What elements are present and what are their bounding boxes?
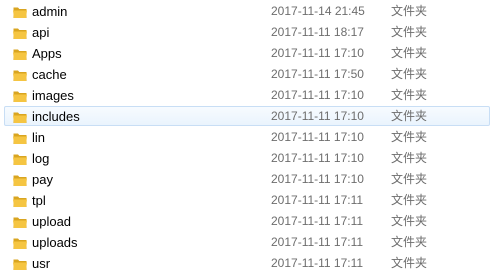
item-type: 文件夹 [391,130,428,144]
folder-icon [12,67,28,83]
folder-icon [12,235,28,251]
folder-icon [12,193,28,209]
modified-date: 2017-11-11 17:11 [271,193,364,207]
folder-icon [12,25,28,41]
file-row-includes[interactable]: includes 2017-11-11 17:10 文件夹 [4,106,490,126]
item-type: 文件夹 [391,109,428,123]
item-type: 文件夹 [391,235,428,249]
item-type: 文件夹 [391,151,428,165]
modified-date: 2017-11-11 17:11 [271,214,364,228]
modified-date: 2017-11-11 17:10 [271,109,364,123]
folder-name: lin [32,130,46,145]
file-row-admin[interactable]: admin 2017-11-14 21:45 文件夹 [4,1,490,21]
modified-date: 2017-11-11 17:50 [271,67,364,81]
folder-icon [12,151,28,167]
file-row-log[interactable]: log 2017-11-11 17:10 文件夹 [4,148,490,168]
folder-name: Apps [32,46,62,61]
modified-date: 2017-11-11 17:11 [271,256,364,270]
folder-icon [12,109,28,125]
modified-date: 2017-11-11 17:10 [271,46,364,60]
file-row-uploads[interactable]: uploads 2017-11-11 17:11 文件夹 [4,232,490,252]
file-row-pay[interactable]: pay 2017-11-11 17:10 文件夹 [4,169,490,189]
folder-name: api [32,25,50,40]
item-type: 文件夹 [391,25,428,39]
file-row-apps[interactable]: Apps 2017-11-11 17:10 文件夹 [4,43,490,63]
item-type: 文件夹 [391,256,428,270]
folder-name: upload [32,214,72,229]
folder-name: tpl [32,193,46,208]
file-row-usr[interactable]: usr 2017-11-11 17:11 文件夹 [4,253,490,273]
item-type: 文件夹 [391,172,428,186]
item-type: 文件夹 [391,46,428,60]
item-type: 文件夹 [391,67,428,81]
folder-name: pay [32,172,53,187]
file-row-lin[interactable]: lin 2017-11-11 17:10 文件夹 [4,127,490,147]
folder-icon [12,46,28,62]
folder-name: uploads [32,235,78,250]
file-row-upload[interactable]: upload 2017-11-11 17:11 文件夹 [4,211,490,231]
folder-icon [12,172,28,188]
folder-icon [12,130,28,146]
modified-date: 2017-11-11 18:17 [271,25,364,39]
folder-name: usr [32,256,51,271]
file-row-images[interactable]: images 2017-11-11 17:10 文件夹 [4,85,490,105]
folder-icon [12,88,28,104]
modified-date: 2017-11-11 17:11 [271,235,364,249]
item-type: 文件夹 [391,4,428,18]
file-row-tpl[interactable]: tpl 2017-11-11 17:11 文件夹 [4,190,490,210]
file-row-cache[interactable]: cache 2017-11-11 17:50 文件夹 [4,64,490,84]
folder-name: admin [32,4,68,19]
item-type: 文件夹 [391,193,428,207]
modified-date: 2017-11-11 17:10 [271,130,364,144]
item-type: 文件夹 [391,214,428,228]
modified-date: 2017-11-11 17:10 [271,88,364,102]
modified-date: 2017-11-11 17:10 [271,172,364,186]
file-list: admin 2017-11-14 21:45 文件夹 api 2017-11-1… [0,0,490,273]
folder-icon [12,4,28,20]
modified-date: 2017-11-14 21:45 [271,4,365,18]
folder-icon [12,256,28,272]
folder-name: includes [32,109,80,124]
folder-name: cache [32,67,67,82]
folder-name: log [32,151,50,166]
item-type: 文件夹 [391,88,428,102]
folder-name: images [32,88,74,103]
modified-date: 2017-11-11 17:10 [271,151,364,165]
file-row-api[interactable]: api 2017-11-11 18:17 文件夹 [4,22,490,42]
folder-icon [12,214,28,230]
